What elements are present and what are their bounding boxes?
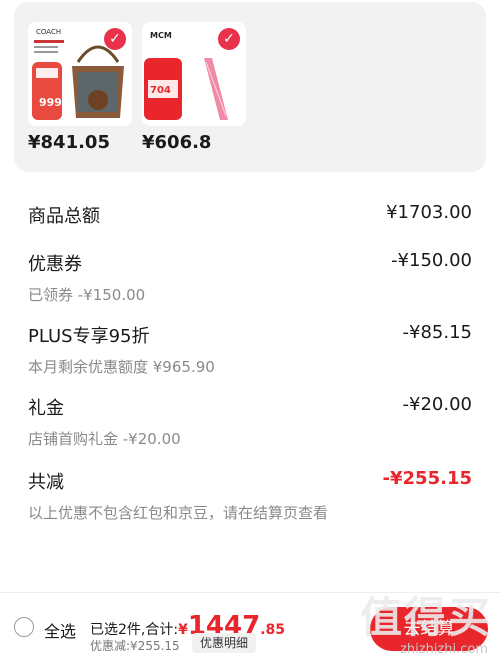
reduce-label: 共减	[28, 472, 64, 493]
discount-note: 以上优惠不包含红包和京豆，请在结算页查看	[28, 504, 329, 522]
product-card-1[interactable]: COACH 999 ✓ ¥841.05	[28, 22, 132, 153]
selected-count-text: 已选2件,合计:	[90, 622, 179, 638]
product-strip: COACH 999 ✓ ¥841.05 MCM 704 ✓ ¥606.8	[14, 2, 486, 172]
discount-detail-button[interactable]: 优惠明细	[192, 633, 257, 653]
plus-sub: 本月剩余优惠额度 ¥965.90	[28, 358, 215, 376]
product-image[interactable]: MCM 704 ✓	[142, 22, 246, 126]
selected-check-icon[interactable]: ✓	[218, 28, 240, 50]
coupon-value: -¥150.00	[391, 250, 472, 271]
product-image[interactable]: COACH 999 ✓	[28, 22, 132, 126]
gift-sub: 店铺首购礼金 -¥20.00	[28, 430, 181, 448]
product-price: ¥841.05	[28, 132, 110, 153]
currency-symbol: ¥	[178, 622, 188, 638]
brand-logo-mcm: MCM	[150, 31, 172, 40]
select-all-label[interactable]: 全选	[44, 618, 76, 642]
total-label: 商品总额	[28, 206, 100, 227]
saved-amount: 优惠减:¥255.15	[90, 639, 180, 653]
reduce-value: -¥255.15	[382, 468, 472, 489]
brand-logo-coach: COACH	[36, 28, 61, 36]
product-card-2[interactable]: MCM 704 ✓ ¥606.8	[142, 22, 246, 153]
total-decimal: .85	[260, 622, 286, 638]
svg-text:999: 999	[39, 96, 62, 109]
gift-value: -¥20.00	[402, 394, 472, 415]
plus-label: PLUS专享95折	[28, 326, 150, 347]
total-value: ¥1703.00	[386, 202, 472, 223]
product-price: ¥606.8	[142, 132, 212, 153]
gift-label: 礼金	[28, 398, 64, 419]
coupon-label: 优惠券	[28, 254, 82, 275]
watermark-url: zhizhizhi.com	[400, 642, 488, 657]
plus-value: -¥85.15	[402, 322, 472, 343]
selected-check-icon[interactable]: ✓	[104, 28, 126, 50]
svg-text:704: 704	[150, 85, 171, 96]
coupon-sub: 已领券 -¥150.00	[28, 286, 146, 304]
select-all-radio[interactable]	[14, 617, 34, 637]
watermark-logo: 值得买	[359, 593, 492, 642]
